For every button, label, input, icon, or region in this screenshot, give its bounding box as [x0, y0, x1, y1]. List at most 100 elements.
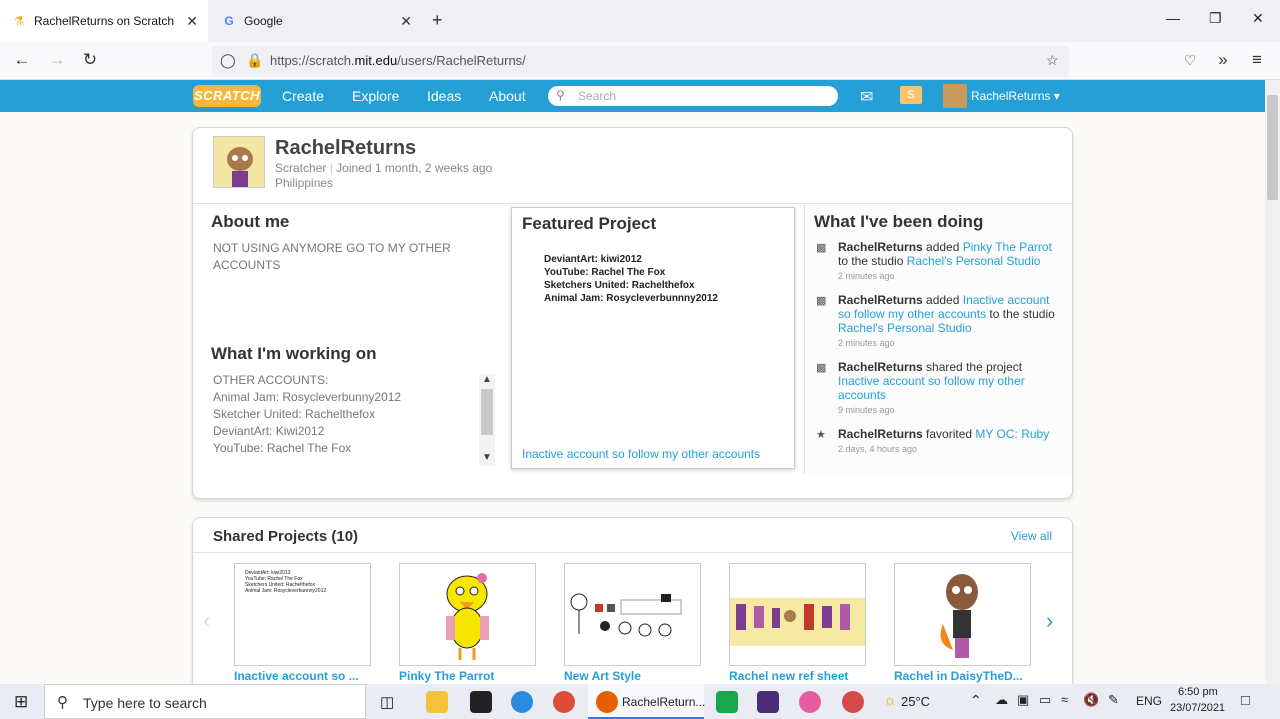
- my-stuff-folder-icon[interactable]: S: [900, 86, 922, 104]
- activity-item: ★ RachelReturns favorited MY OC: Ruby 2 d…: [816, 427, 1050, 454]
- working-on-scrollbar[interactable]: ▲ ▼: [479, 374, 495, 466]
- system-tray-chevron-icon[interactable]: ⌃: [970, 692, 982, 709]
- wifi-icon[interactable]: ≈: [1061, 692, 1068, 707]
- tab-scratch[interactable]: ⚗ RachelReturns on Scratch ✕: [0, 0, 208, 42]
- messages-envelope-icon[interactable]: ✉: [860, 87, 873, 107]
- volume-muted-icon[interactable]: 🔇: [1083, 692, 1099, 708]
- language-indicator[interactable]: ENG: [1136, 694, 1162, 708]
- app-icon[interactable]: [716, 691, 738, 713]
- scratch-logo[interactable]: SCRATCH: [193, 85, 261, 107]
- project-thumbnail[interactable]: DeviantArt: kiwi2012 YouTube: Rachel The …: [234, 563, 371, 666]
- working-on-text[interactable]: OTHER ACCOUNTS: Animal Jam: Rosycleverbu…: [213, 372, 475, 457]
- profile-page: RachelReturns Scratcher | Joined 1 month…: [0, 112, 1265, 684]
- scroll-down-icon[interactable]: ▼: [482, 452, 492, 463]
- taskbar-search-input[interactable]: ⚲ Type here to search: [44, 684, 366, 719]
- close-window-icon[interactable]: ✕: [1252, 10, 1264, 27]
- restore-icon[interactable]: ❐: [1209, 10, 1222, 27]
- chrome-browser-icon[interactable]: [553, 691, 575, 713]
- bookmark-star-icon[interactable]: ☆: [1046, 52, 1059, 69]
- notifications-icon[interactable]: □: [1241, 692, 1250, 709]
- thumbnail-text: DeviantArt: kiwi2012 YouTube: Rachel The …: [245, 570, 327, 594]
- view-all-link[interactable]: View all: [1011, 529, 1052, 543]
- close-tab-icon[interactable]: ✕: [400, 13, 412, 30]
- project-title[interactable]: Rachel in DaisyTheD...: [894, 669, 1034, 683]
- minimize-icon[interactable]: —: [1166, 10, 1180, 26]
- reload-icon[interactable]: ↻: [79, 50, 101, 70]
- scroll-up-icon[interactable]: ▲: [482, 374, 492, 385]
- windows-start-icon[interactable]: ⊞: [14, 692, 28, 712]
- chevron-down-icon: ▾: [1053, 89, 1060, 103]
- studio-icon: ▩: [816, 295, 827, 307]
- app-icon[interactable]: [842, 691, 864, 713]
- activity-feed: What I've been doing ▩ RachelReturns add…: [804, 204, 1072, 474]
- nav-create[interactable]: Create: [282, 88, 324, 104]
- project-thumbnail[interactable]: [894, 563, 1031, 666]
- url-text: https://scratch.mit.edu/users/RachelRetu…: [270, 53, 526, 68]
- carousel-prev-icon[interactable]: ‹: [203, 608, 210, 634]
- project-title[interactable]: New Art Style: [564, 669, 704, 683]
- activity-item: ▩ RachelReturns shared the project Inact…: [816, 360, 1025, 415]
- back-arrow-icon[interactable]: ←: [11, 50, 33, 70]
- activity-item: ▩ RachelReturns added Pinky The Parrot t…: [816, 240, 1052, 281]
- paint-app-icon[interactable]: [799, 691, 821, 713]
- new-tab-icon[interactable]: +: [432, 10, 443, 31]
- featured-project-thumbnail[interactable]: DeviantArt: kiwi2012 YouTube: Rachel The…: [544, 253, 718, 305]
- ref-sheet-image: [730, 598, 865, 646]
- extensions-chevron-icon[interactable]: »: [1212, 50, 1234, 70]
- clock-date[interactable]: 23/07/2021: [1170, 702, 1225, 714]
- parrot-image: [446, 573, 489, 660]
- edge-browser-icon[interactable]: [511, 691, 533, 713]
- url-bar[interactable]: ◯ 🔒 https://scratch.mit.edu/users/Rachel…: [212, 46, 1069, 76]
- close-tab-icon[interactable]: ✕: [186, 13, 198, 30]
- browser-nav-bar: ← → ↻ ◯ 🔒 https://scratch.mit.edu/users/…: [0, 42, 1280, 80]
- shared-projects-title: Shared Projects (10): [213, 528, 359, 545]
- shield-icon[interactable]: ◯: [220, 52, 236, 69]
- about-me-text[interactable]: NOT USING ANYMORE GO TO MY OTHER ACCOUNT…: [213, 240, 473, 274]
- project-title[interactable]: Rachel new ref sheet: [729, 669, 869, 683]
- carousel-next-icon[interactable]: ›: [1046, 608, 1053, 634]
- username-menu[interactable]: RachelReturns ▾: [971, 89, 1060, 103]
- battery-icon[interactable]: ▭: [1039, 692, 1051, 708]
- lock-icon[interactable]: 🔒: [246, 52, 263, 69]
- nav-ideas[interactable]: Ideas: [427, 88, 461, 104]
- pocket-icon[interactable]: ♡: [1179, 52, 1201, 69]
- cloud-icon[interactable]: ☁: [995, 692, 1008, 708]
- project-title[interactable]: Pinky The Parrot: [399, 669, 539, 683]
- file-explorer-icon[interactable]: [426, 691, 448, 713]
- pen-icon[interactable]: ✎: [1108, 692, 1119, 708]
- project-thumbnail[interactable]: [399, 563, 536, 666]
- nav-about[interactable]: About: [489, 88, 526, 104]
- project-thumbnail[interactable]: [564, 563, 701, 666]
- clock-time[interactable]: 6:50 pm: [1178, 686, 1218, 698]
- activity-item: ▩ RachelReturns added Inactive account s…: [816, 293, 1055, 348]
- taskbar-firefox-active[interactable]: RachelReturn...: [588, 684, 706, 719]
- tab-google[interactable]: G Google ✕: [210, 0, 422, 42]
- menu-hamburger-icon[interactable]: ≡: [1246, 50, 1268, 70]
- app-tray-icon[interactable]: ▣: [1017, 692, 1029, 708]
- active-app-title: RachelReturn...: [622, 695, 706, 709]
- profile-name: RachelReturns: [275, 137, 417, 159]
- divider: [193, 552, 1072, 553]
- forward-arrow-icon[interactable]: →: [46, 50, 68, 70]
- page-scroll-thumb[interactable]: [1267, 95, 1278, 200]
- tab-title: Google: [244, 14, 283, 28]
- video-app-icon[interactable]: [757, 691, 779, 713]
- app-icon[interactable]: [470, 691, 492, 713]
- scroll-thumb[interactable]: [481, 389, 493, 435]
- nav-explore[interactable]: Explore: [352, 88, 399, 104]
- task-view-icon[interactable]: ◫: [380, 693, 394, 711]
- search-input[interactable]: ⚲ Search: [548, 86, 838, 106]
- weather-sun-icon[interactable]: ☼: [883, 692, 897, 709]
- profile-header: RachelReturns Scratcher | Joined 1 month…: [193, 128, 1072, 204]
- temperature[interactable]: 25°C: [901, 694, 930, 709]
- google-favicon-icon: G: [224, 14, 234, 28]
- featured-project-box[interactable]: Featured Project DeviantArt: kiwi2012 Yo…: [511, 207, 795, 469]
- project-title[interactable]: Inactive account so ...: [234, 669, 374, 683]
- profile-country: Philippines: [275, 176, 334, 190]
- profile-avatar: [213, 136, 265, 188]
- working-on-title: What I'm working on: [211, 344, 377, 363]
- user-avatar[interactable]: [943, 84, 967, 108]
- star-icon: ★: [816, 429, 826, 441]
- featured-project-link[interactable]: Inactive account so follow my other acco…: [522, 447, 760, 461]
- project-thumbnail[interactable]: [729, 563, 866, 666]
